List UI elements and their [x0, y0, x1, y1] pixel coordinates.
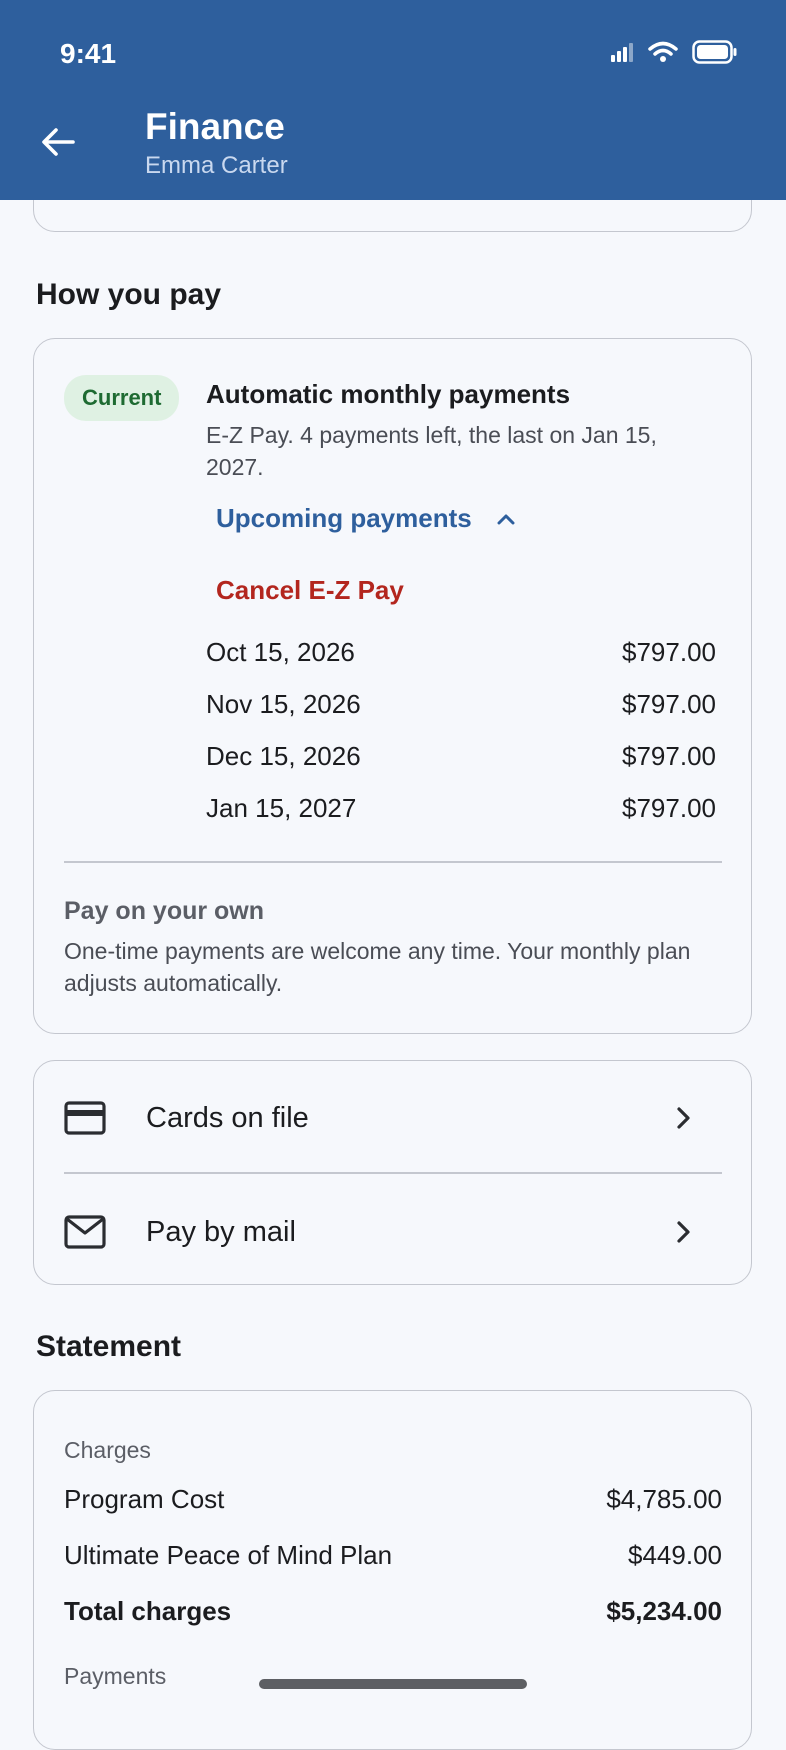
wifi-icon [648, 41, 678, 68]
upcoming-payments-toggle[interactable]: Upcoming payments [216, 503, 516, 534]
cancel-ez-pay-link[interactable]: Cancel E-Z Pay [216, 575, 404, 606]
battery-icon [692, 40, 738, 69]
charge-amount: $4,785.00 [606, 1484, 722, 1514]
payment-row: Oct 15, 2026 $797.00 [206, 637, 716, 668]
credit-card-icon [64, 1101, 106, 1135]
pay-by-mail-label: Pay by mail [146, 1215, 296, 1248]
mail-icon [64, 1215, 106, 1249]
charge-row: Ultimate Peace of Mind Plan $449.00 [64, 1540, 722, 1571]
payment-date: Nov 15, 2026 [206, 689, 361, 719]
chevron-up-icon [497, 514, 515, 524]
charge-amount: $449.00 [628, 1540, 722, 1570]
upcoming-payments-label: Upcoming payments [216, 503, 472, 533]
divider [64, 861, 722, 863]
charge-row: Program Cost $4,785.00 [64, 1484, 722, 1515]
payment-amount: $797.00 [622, 793, 716, 823]
status-icons [610, 40, 738, 69]
chevron-right-icon [674, 1106, 698, 1130]
payment-date: Dec 15, 2026 [206, 741, 361, 771]
payment-amount: $797.00 [622, 689, 716, 719]
plan-description: E-Z Pay. 4 payments left, the last on Ja… [206, 422, 657, 480]
page-title: Finance [145, 106, 285, 147]
status-time: 9:41 [60, 38, 117, 69]
payment-amount: $797.00 [622, 741, 716, 771]
pay-on-own-title: Pay on your own [64, 897, 265, 925]
payment-row: Jan 15, 2027 $797.00 [206, 793, 716, 824]
chevron-right-icon [674, 1220, 698, 1244]
total-charges-row: Total charges $5,234.00 [64, 1596, 722, 1627]
arrow-left-icon [42, 128, 75, 156]
charges-label: Charges [64, 1437, 151, 1463]
how-you-pay-heading: How you pay [36, 278, 222, 311]
total-charges-amount: $5,234.00 [606, 1596, 722, 1626]
pay-by-mail-item[interactable]: Pay by mail [34, 1175, 750, 1289]
status-badge: Current [64, 375, 180, 421]
payments-label: Payments [64, 1663, 167, 1689]
cards-on-file-item[interactable]: Cards on file [34, 1061, 750, 1175]
charge-label: Ultimate Peace of Mind Plan [64, 1540, 393, 1570]
signal-icon [610, 42, 634, 67]
payment-amount: $797.00 [622, 637, 716, 667]
payment-plan-card: Current Automatic monthly payments E-Z P… [33, 338, 752, 1034]
page-subtitle: Emma Carter [145, 152, 288, 179]
statement-heading: Statement [36, 1330, 182, 1363]
charge-label: Program Cost [64, 1484, 225, 1514]
payment-date: Jan 15, 2027 [206, 793, 357, 823]
cards-on-file-label: Cards on file [146, 1101, 309, 1134]
pay-on-own-description: One-time payments are welcome any time. … [64, 938, 691, 996]
divider [64, 1172, 722, 1174]
app-header: 9:41 Finance Emma Carter [0, 0, 786, 200]
payment-options-card: Cards on file Pay by mail [33, 1060, 752, 1285]
payment-row: Dec 15, 2026 $797.00 [206, 741, 716, 772]
home-indicator [259, 1679, 527, 1689]
payment-date: Oct 15, 2026 [206, 637, 355, 667]
back-button[interactable] [34, 118, 82, 166]
payment-row: Nov 15, 2026 $797.00 [206, 689, 716, 720]
total-charges-label: Total charges [64, 1596, 232, 1626]
plan-title: Automatic monthly payments [206, 379, 571, 409]
statement-card: Charges Program Cost $4,785.00 Ultimate … [33, 1390, 752, 1750]
